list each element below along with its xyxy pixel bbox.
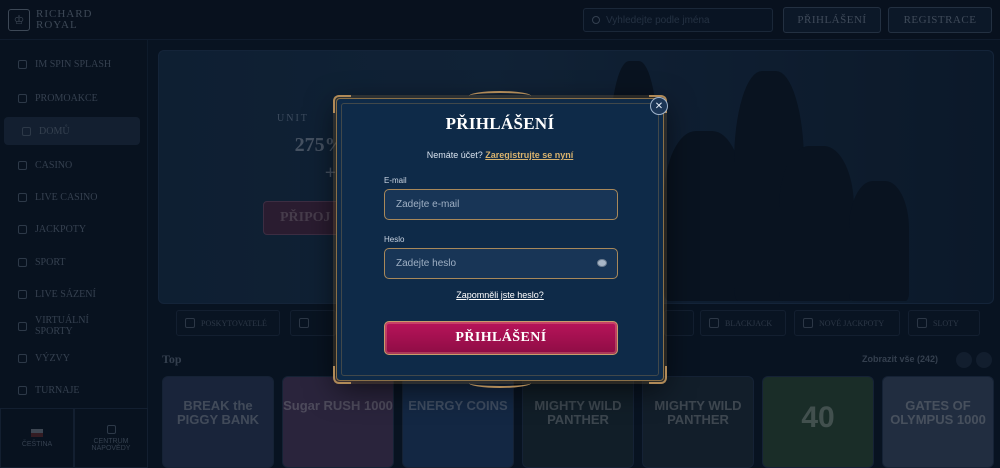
email-field-wrapper[interactable] <box>384 189 618 220</box>
register-link[interactable]: Zaregistrujte se nyní <box>485 150 573 160</box>
login-submit-button[interactable]: PŘIHLÁŠENÍ <box>384 321 618 355</box>
login-modal: ✕ PŘIHLÁŠENÍ Nemáte účet? Zaregistrujte … <box>333 91 668 388</box>
show-password-icon[interactable] <box>597 259 607 267</box>
forgot-password-link[interactable]: Zapomněli jste heslo? <box>337 290 663 300</box>
password-field-wrapper[interactable] <box>384 248 618 279</box>
password-field[interactable] <box>396 258 586 269</box>
no-account-line: Nemáte účet? Zaregistrujte se nyní <box>337 150 663 160</box>
email-field[interactable] <box>396 199 586 210</box>
password-label: Heslo <box>384 235 405 244</box>
email-label: E-mail <box>384 176 407 185</box>
close-icon: ✕ <box>654 100 664 112</box>
ornament-corner <box>333 366 351 384</box>
ornament-crest-top <box>469 91 531 101</box>
ornament-corner <box>649 366 667 384</box>
ornament-crest-bottom <box>469 378 531 388</box>
ornament-corner <box>333 95 351 113</box>
modal-title: PŘIHLÁŠENÍ <box>445 114 555 133</box>
close-button[interactable]: ✕ <box>650 97 668 115</box>
no-account-text: Nemáte účet? <box>426 150 483 160</box>
